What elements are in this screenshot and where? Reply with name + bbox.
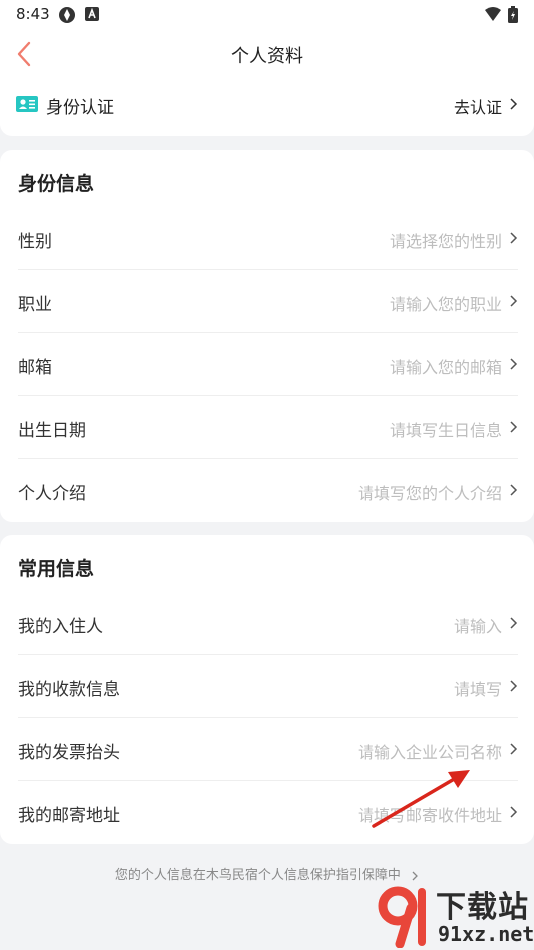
page-title: 个人资料 xyxy=(231,46,303,67)
chevron-right-icon xyxy=(510,98,518,110)
verify-action-link[interactable]: 去认证 xyxy=(454,94,502,118)
battery-icon xyxy=(508,6,518,27)
sync-icon xyxy=(58,6,76,28)
section-title-identity: 身份信息 xyxy=(18,173,95,195)
chevron-right-icon xyxy=(510,232,518,244)
watermark-main-text: 下载站 xyxy=(436,890,529,925)
row-label: 我的入住人 xyxy=(18,617,103,637)
chevron-right-icon xyxy=(510,421,518,433)
row-guests[interactable]: 我的入住人 请输入 xyxy=(18,592,518,655)
row-label: 我的收款信息 xyxy=(18,680,120,700)
nav-bar: 个人资料 xyxy=(0,28,534,82)
watermark-sub-text: 91xz.net xyxy=(438,922,534,946)
row-introduction[interactable]: 个人介绍 请填写您的个人介绍 xyxy=(18,459,518,522)
row-label: 个人介绍 xyxy=(18,484,86,504)
row-placeholder: 请输入您的邮箱 xyxy=(389,358,502,377)
chevron-right-icon xyxy=(510,680,518,692)
chevron-right-icon xyxy=(510,743,518,755)
verification-card: 身份认证 去认证 xyxy=(0,78,534,136)
section-title-common: 常用信息 xyxy=(18,558,95,580)
row-placeholder: 请输入您的职业 xyxy=(389,295,502,314)
row-placeholder: 请填写生日信息 xyxy=(389,421,502,440)
identity-info-card: 身份信息 性别 请选择您的性别 职业 请输入您的职业 邮箱 请输入您的邮箱 出生… xyxy=(0,150,534,522)
annotation-arrow-icon xyxy=(372,770,470,828)
row-label: 职业 xyxy=(18,295,52,315)
chevron-right-icon xyxy=(510,617,518,629)
row-occupation[interactable]: 职业 请输入您的职业 xyxy=(18,270,518,333)
row-label: 性别 xyxy=(18,232,52,252)
chevron-right-icon xyxy=(510,806,518,818)
chevron-right-icon xyxy=(510,484,518,496)
wifi-icon xyxy=(484,6,502,26)
row-gender[interactable]: 性别 请选择您的性别 xyxy=(18,207,518,270)
chevron-right-icon xyxy=(510,358,518,370)
row-label: 我的发票抬头 xyxy=(18,743,120,763)
status-time: 8:43 xyxy=(16,5,50,23)
watermark-logo-icon xyxy=(378,886,426,948)
row-payment-info[interactable]: 我的收款信息 请填写 xyxy=(18,655,518,718)
privacy-footer-text: 您的个人信息在木鸟民宿个人信息保护指引保障中 xyxy=(114,868,401,883)
chevron-right-icon xyxy=(412,871,418,880)
row-placeholder: 请选择您的性别 xyxy=(389,232,502,251)
verification-label: 身份认证 xyxy=(46,98,114,118)
row-label: 邮箱 xyxy=(18,358,52,378)
row-birthday[interactable]: 出生日期 请填写生日信息 xyxy=(18,396,518,459)
chevron-right-icon xyxy=(510,295,518,307)
row-placeholder: 请填写 xyxy=(453,680,502,699)
a-badge-icon xyxy=(84,6,100,26)
status-bar: 8:43 xyxy=(0,0,534,28)
id-card-icon xyxy=(16,96,38,112)
row-label: 出生日期 xyxy=(18,421,86,441)
row-placeholder: 请填写您的个人介绍 xyxy=(357,484,502,503)
row-label: 我的邮寄地址 xyxy=(18,806,120,826)
site-watermark: 下载站 91xz.net xyxy=(378,882,534,950)
privacy-footer-link[interactable]: 您的个人信息在木鸟民宿个人信息保护指引保障中 xyxy=(0,864,534,883)
verification-row[interactable]: 身份认证 去认证 xyxy=(16,92,518,122)
row-placeholder: 请输入 xyxy=(453,617,502,636)
row-email[interactable]: 邮箱 请输入您的邮箱 xyxy=(18,333,518,396)
